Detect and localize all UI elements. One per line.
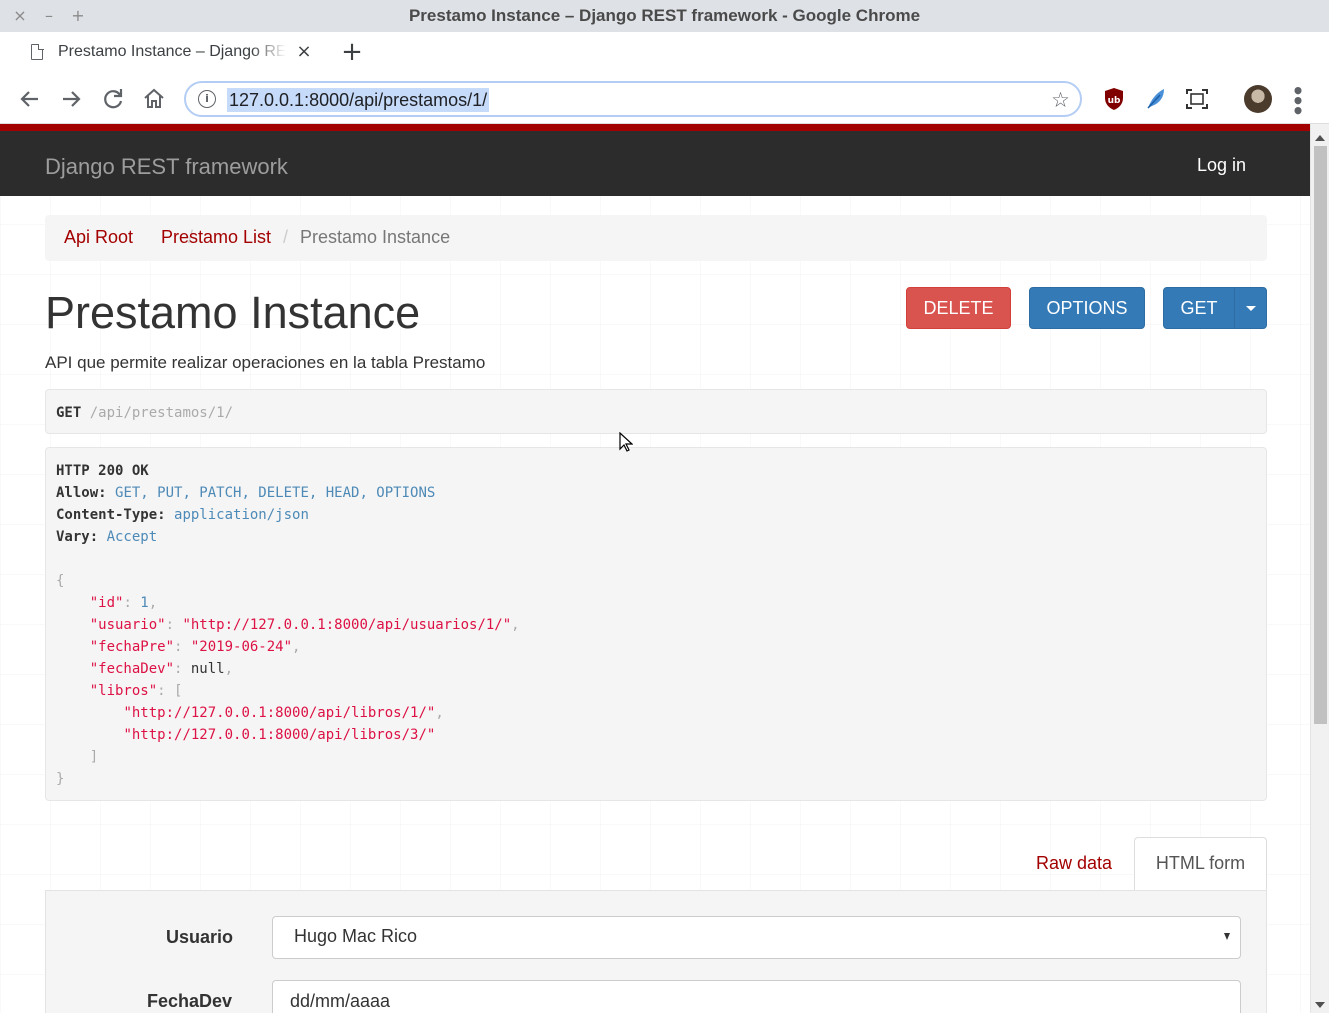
tab-html-form[interactable]: HTML form bbox=[1134, 837, 1267, 891]
back-arrow-icon[interactable] bbox=[16, 85, 44, 113]
tab-title: Prestamo Instance – Django REST framewor… bbox=[58, 43, 286, 60]
fechadev-label: FechaDev bbox=[147, 991, 233, 1011]
request-info: GET /api/prestamos/1/ bbox=[45, 389, 1267, 434]
site-info-icon[interactable]: i bbox=[198, 90, 216, 108]
html-form: Usuario Hugo Mac Rico FechaDev dd/mm/aaa… bbox=[45, 890, 1267, 1013]
browser-menu-icon[interactable]: • • • bbox=[1288, 81, 1308, 121]
scroll-up-arrow-icon[interactable] bbox=[1315, 135, 1325, 141]
usuario-selected-value: Hugo Mac Rico bbox=[294, 926, 418, 946]
get-button[interactable]: GET bbox=[1163, 287, 1235, 329]
header-value: Accept bbox=[106, 529, 158, 545]
breadcrumb-separator: / bbox=[283, 227, 289, 247]
browser-toolbar: i 127.0.0.1:8000/api/prestamos/1/ ☆ ub •… bbox=[0, 74, 1329, 124]
breadcrumb-api-root[interactable]: Api Root bbox=[64, 227, 133, 248]
tab-close-icon[interactable]: × bbox=[294, 41, 314, 63]
breadcrumb-current: Prestamo Instance bbox=[300, 227, 451, 247]
select-arrow-icon bbox=[1224, 933, 1230, 940]
request-method: GET bbox=[56, 405, 82, 421]
url-text[interactable]: 127.0.0.1:8000/api/prestamos/1/ bbox=[227, 88, 490, 112]
reload-icon[interactable] bbox=[99, 85, 127, 113]
header-name: Vary bbox=[56, 529, 90, 545]
json-fechadev-value: null bbox=[190, 661, 225, 677]
json-usuario-value: "http://127.0.0.1:8000/api/usuarios/1/" bbox=[182, 617, 512, 633]
caret-down-icon bbox=[1246, 306, 1256, 311]
forward-arrow-icon[interactable] bbox=[57, 85, 85, 113]
breadcrumb: Api Root / Prestamo List / Prestamo Inst… bbox=[45, 215, 1267, 261]
svg-text:ub: ub bbox=[1108, 96, 1121, 106]
address-bar[interactable]: i 127.0.0.1:8000/api/prestamos/1/ ☆ bbox=[184, 81, 1082, 117]
home-icon[interactable] bbox=[140, 85, 168, 113]
json-fechapre-value: "2019-06-24" bbox=[190, 639, 293, 655]
page-description: API que permite realizar operaciones en … bbox=[45, 353, 486, 372]
fechadev-placeholder: dd/mm/aaaa bbox=[290, 991, 391, 1011]
response-info: HTTP 200 OK Allow: GET, PUT, PATCH, DELE… bbox=[45, 447, 1267, 801]
scroll-down-arrow-icon[interactable] bbox=[1315, 1002, 1325, 1008]
response-status: HTTP 200 OK bbox=[56, 463, 149, 479]
usuario-select[interactable]: Hugo Mac Rico bbox=[272, 916, 1241, 959]
breadcrumb-prestamo-list[interactable]: Prestamo List bbox=[161, 227, 271, 248]
profile-avatar[interactable] bbox=[1244, 85, 1272, 113]
request-path: /api/prestamos/1/ bbox=[89, 405, 234, 421]
page-scrollbar[interactable] bbox=[1310, 124, 1329, 1013]
usuario-label: Usuario bbox=[166, 927, 234, 947]
page-viewport: Django REST framework Log in Api Root / … bbox=[0, 124, 1310, 1013]
header-value: application/json bbox=[174, 507, 309, 523]
document-icon bbox=[31, 43, 44, 60]
feather-extension-icon[interactable] bbox=[1143, 86, 1169, 112]
ublock-origin-icon[interactable]: ub bbox=[1101, 86, 1127, 112]
top-navbar: Django REST framework Log in bbox=[0, 124, 1310, 196]
json-libros-item: "http://127.0.0.1:8000/api/libros/1/" bbox=[123, 705, 436, 721]
scrollbar-thumb[interactable] bbox=[1314, 146, 1327, 724]
json-libros-item: "http://127.0.0.1:8000/api/libros/3/" bbox=[123, 727, 436, 743]
get-format-dropdown[interactable] bbox=[1234, 287, 1267, 329]
new-tab-button[interactable]: + bbox=[339, 38, 365, 66]
delete-button[interactable]: DELETE bbox=[906, 287, 1011, 329]
tab-raw-data[interactable]: Raw data bbox=[1036, 853, 1112, 874]
page-title: Prestamo Instance bbox=[45, 287, 421, 338]
header-name: Allow bbox=[56, 485, 99, 501]
mouse-pointer-icon bbox=[619, 432, 633, 452]
options-button[interactable]: OPTIONS bbox=[1029, 287, 1145, 329]
browser-tab[interactable]: Prestamo Instance – Django REST framewor… bbox=[11, 32, 323, 74]
screenshot-extension-icon[interactable] bbox=[1184, 86, 1210, 112]
json-id-value: 1 bbox=[140, 595, 149, 611]
fechadev-date-input[interactable]: dd/mm/aaaa bbox=[272, 980, 1241, 1013]
brand-link[interactable]: Django REST framework bbox=[45, 154, 288, 180]
login-link[interactable]: Log in bbox=[1197, 155, 1246, 176]
header-name: Content-Type bbox=[56, 507, 158, 523]
bookmark-star-icon[interactable]: ☆ bbox=[1051, 88, 1070, 112]
window-titlebar: × – + Prestamo Instance – Django REST fr… bbox=[0, 0, 1329, 32]
header-value: GET, PUT, PATCH, DELETE, HEAD, OPTIONS bbox=[115, 485, 436, 501]
window-title: Prestamo Instance – Django REST framewor… bbox=[408, 6, 921, 25]
